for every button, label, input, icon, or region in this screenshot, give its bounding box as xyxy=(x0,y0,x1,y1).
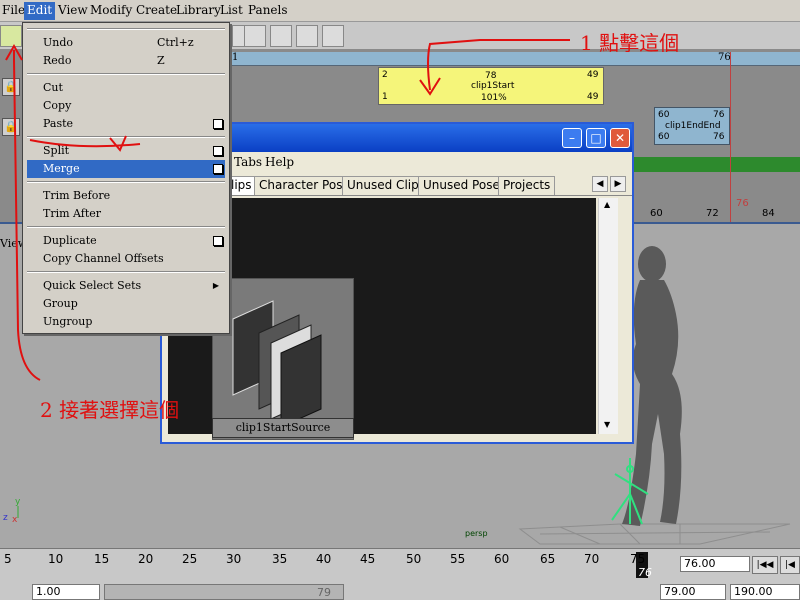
time-slider-tick-label: 40 xyxy=(316,552,332,566)
annotation-overlay xyxy=(5,38,571,381)
annotation-step-1: 1 點擊這個 xyxy=(580,31,680,55)
annotation-arrow-2 xyxy=(13,50,41,381)
annotation-step-2: 2 接著選擇這個 xyxy=(40,398,180,422)
time-slider-tick-label: 45 xyxy=(360,552,376,566)
time-slider-tick-label: 25 xyxy=(182,552,198,566)
annotation-arrow-1 xyxy=(427,38,571,91)
annotation-tick xyxy=(109,135,127,152)
time-slider-tick-label: 20 xyxy=(138,552,154,566)
time-slider-tick-label: 75 xyxy=(630,552,646,566)
time-slider-tick-label: 60 xyxy=(494,552,510,566)
time-slider-tick-label: 65 xyxy=(540,552,556,566)
time-slider-tick-label: 30 xyxy=(226,552,242,566)
time-slider-tick-label: 15 xyxy=(94,552,110,566)
time-slider-tick-label: 35 xyxy=(272,552,288,566)
time-slider-tick-label: 50 xyxy=(406,552,422,566)
time-slider-tick-label: 55 xyxy=(450,552,466,566)
time-slider-tick-label: 70 xyxy=(584,552,600,566)
time-slider-tick-label: 10 xyxy=(48,552,64,566)
time-slider-tick-label: 5 xyxy=(4,552,12,566)
